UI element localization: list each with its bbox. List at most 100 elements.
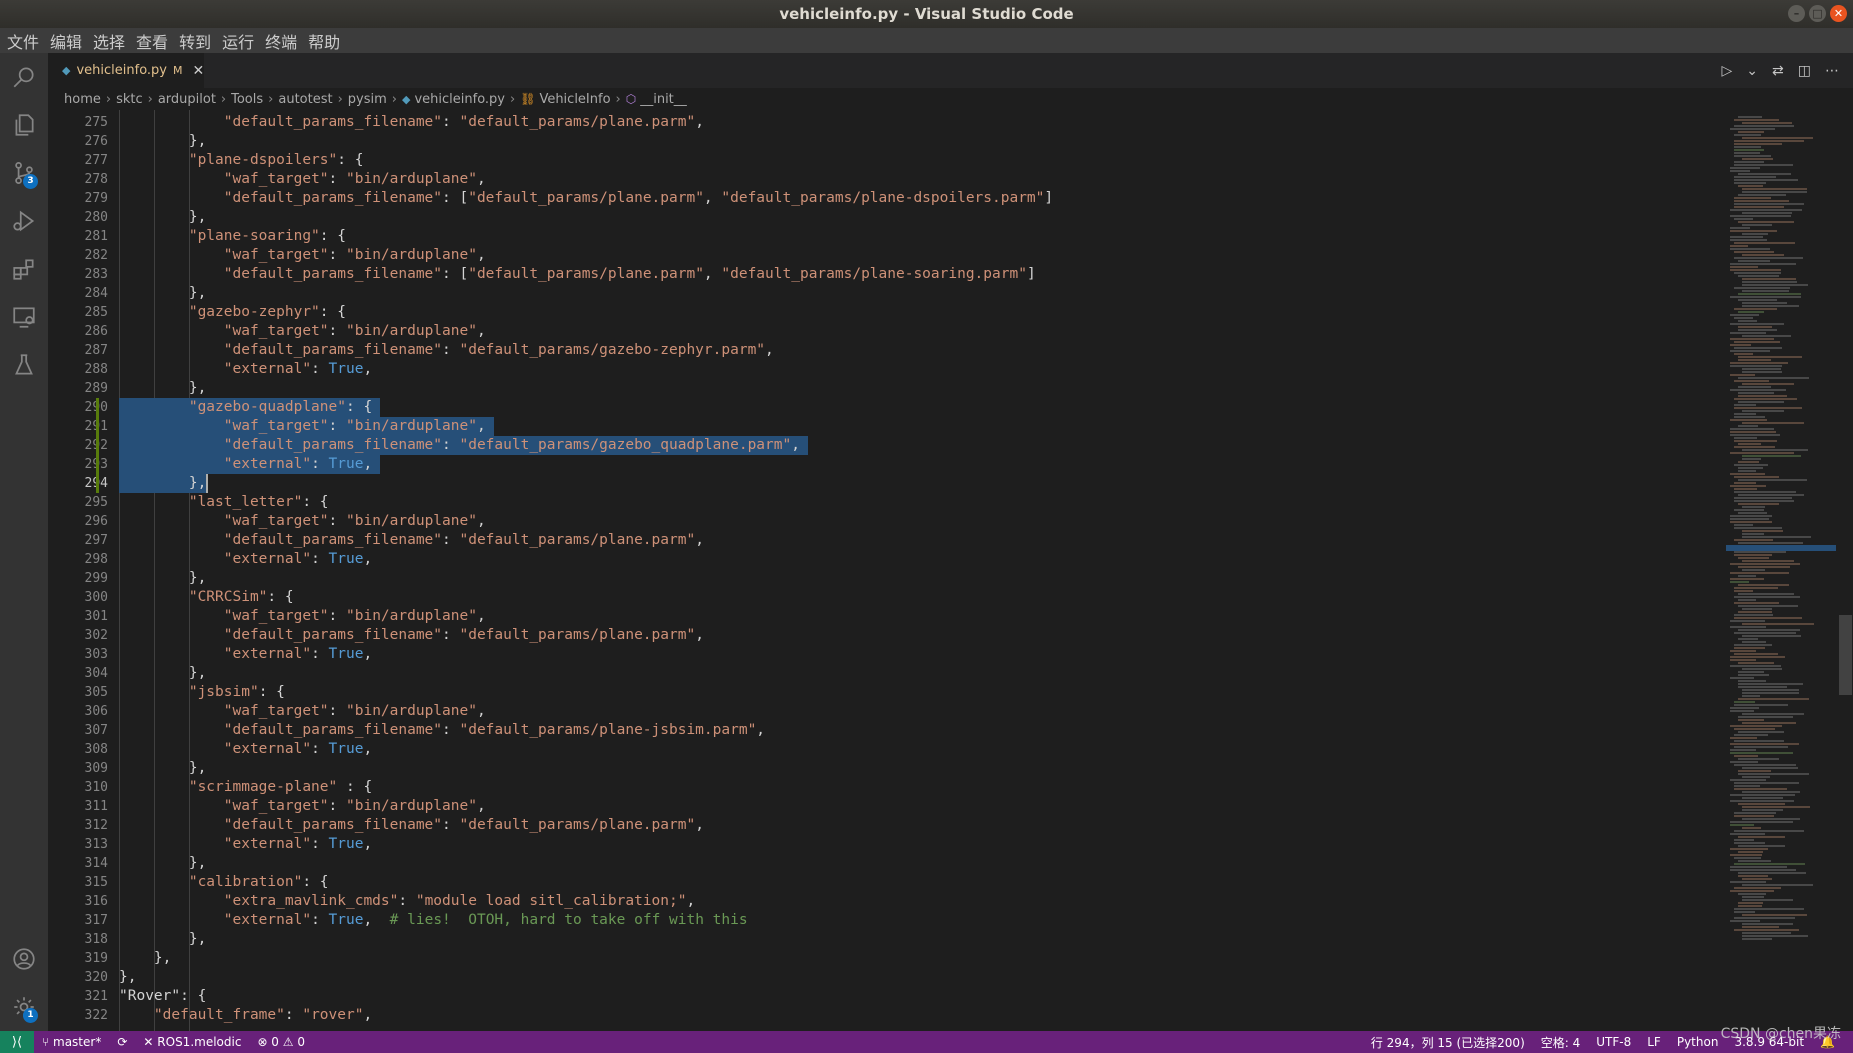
activity-bar: 3 1 <box>0 53 48 1031</box>
menu-run[interactable]: 运行 <box>219 29 262 53</box>
minimap-line <box>1730 215 1791 217</box>
sync-icon[interactable]: ⟳ <box>109 1035 135 1049</box>
more-actions-icon[interactable]: ⋯ <box>1825 63 1839 79</box>
breadcrumb-item[interactable]: home <box>64 92 101 107</box>
minimap-line <box>1734 347 1782 349</box>
explorer-search-button[interactable] <box>0 53 48 101</box>
line-number: 307 <box>84 723 108 738</box>
code-line: }, <box>119 475 207 491</box>
testing-button[interactable] <box>0 341 48 389</box>
breadcrumb-item[interactable]: autotest <box>278 92 332 107</box>
minimap-line <box>1742 278 1796 280</box>
menu-file[interactable]: 文件 <box>4 29 47 53</box>
close-icon[interactable]: ✕ <box>193 63 205 79</box>
line-number: 291 <box>48 417 108 436</box>
minimap-line <box>1734 476 1779 478</box>
minimap-line <box>1730 572 1789 574</box>
minimap[interactable] <box>1720 110 1838 1031</box>
end-of-line[interactable]: LF <box>1639 1035 1669 1049</box>
breadcrumb-item[interactable]: Tools <box>231 92 263 107</box>
minimap-line <box>1738 872 1806 874</box>
remote-indicator[interactable]: ⟩⟨ <box>0 1031 34 1053</box>
class-symbol-icon: ⛓ <box>520 92 536 106</box>
minimap-line <box>1742 926 1779 928</box>
scrollbar-thumb[interactable] <box>1839 615 1852 695</box>
breadcrumb-item[interactable]: sktc <box>116 92 143 107</box>
code-line: "external": True, <box>223 361 373 377</box>
method-symbol-icon: ⬡ <box>625 92 637 106</box>
breadcrumb-item[interactable]: __init__ <box>640 92 687 107</box>
minimap-line <box>1742 302 1787 304</box>
ros-status[interactable]: ✕ ROS1.melodic <box>135 1035 249 1049</box>
minimap-line <box>1730 332 1766 334</box>
minimap-line <box>1742 818 1800 820</box>
minimap-line <box>1742 233 1768 235</box>
minimap-line <box>1738 686 1787 688</box>
minimap-line <box>1738 584 1789 586</box>
minimap-line <box>1734 551 1786 553</box>
minimize-button[interactable]: – <box>1788 5 1805 22</box>
minimap-line <box>1730 626 1766 628</box>
code-line: "default_params_filename": "default_para… <box>223 532 704 548</box>
minimap-line <box>1742 695 1760 697</box>
accounts-button[interactable] <box>0 935 48 983</box>
breadcrumb-item[interactable]: pysim <box>348 92 387 107</box>
minimap-line <box>1738 299 1777 301</box>
minimap-line <box>1738 803 1785 805</box>
encoding[interactable]: UTF-8 <box>1588 1035 1639 1049</box>
split-editor-icon[interactable]: ◫ <box>1798 63 1811 79</box>
close-window-button[interactable]: ✕ <box>1830 5 1847 22</box>
menu-view[interactable]: 查看 <box>133 29 176 53</box>
code-editor[interactable]: 275 276 277 278 279 280 281 282 283 284 285 286 287 2… <box>48 110 1720 1031</box>
minimap-line <box>1738 611 1772 613</box>
code-line: }, <box>119 570 207 586</box>
minimap-line <box>1730 230 1777 232</box>
minimap-line <box>1742 932 1791 934</box>
minimap-line <box>1730 821 1793 823</box>
line-number: 305 <box>84 685 108 700</box>
remote-explorer-button[interactable] <box>0 293 48 341</box>
tab-vehicleinfo[interactable]: ◆ vehicleinfo.py M ✕ <box>48 53 204 88</box>
breadcrumb-item[interactable]: vehicleinfo.py <box>414 92 505 107</box>
minimap-line <box>1734 653 1778 655</box>
files-icon <box>15 114 34 136</box>
minimap-line <box>1738 557 1769 559</box>
extensions-button[interactable] <box>0 245 48 293</box>
compare-changes-icon[interactable]: ⇄ <box>1772 63 1784 79</box>
line-number: 318 <box>84 932 108 947</box>
watermark: CSDN @chen果冻 <box>1720 1026 1841 1042</box>
menu-selection[interactable]: 选择 <box>90 29 133 53</box>
line-number: 295 <box>84 495 108 510</box>
manage-button[interactable]: 1 <box>0 983 48 1031</box>
source-control-button[interactable]: 3 <box>0 149 48 197</box>
cursor-position[interactable]: 行 294，列 15 (已选择200) <box>1363 1034 1533 1051</box>
maximize-button[interactable]: □ <box>1809 5 1826 22</box>
git-branch[interactable]: ⑂ master* <box>34 1035 109 1049</box>
menu-terminal[interactable]: 终端 <box>262 29 305 53</box>
indentation[interactable]: 空格: 4 <box>1533 1034 1589 1051</box>
code-line: "Rover": { <box>119 988 207 1004</box>
run-file-icon[interactable]: ▷ <box>1722 63 1733 79</box>
code-line: "default_params_filename": "default_para… <box>223 114 704 130</box>
line-number: 321 <box>84 989 108 1004</box>
language-mode[interactable]: Python <box>1669 1035 1727 1049</box>
explorer-button[interactable] <box>0 101 48 149</box>
breadcrumb-item[interactable]: VehicleInfo <box>539 92 610 107</box>
scm-badge: 3 <box>23 174 38 189</box>
minimap-line <box>1734 440 1777 442</box>
menu-help[interactable]: 帮助 <box>305 29 348 53</box>
menu-edit[interactable]: 编辑 <box>47 29 90 53</box>
breadcrumb-item[interactable]: ardupilot <box>158 92 216 107</box>
minimap-line <box>1738 320 1757 322</box>
run-debug-button[interactable] <box>0 197 48 245</box>
vertical-scrollbar[interactable] <box>1838 110 1853 1031</box>
menu-go[interactable]: 转到 <box>176 29 219 53</box>
code-area[interactable]: "default_params_filename": "default_para… <box>119 110 1720 1031</box>
minimap-line <box>1742 923 1793 925</box>
minimap-line <box>1730 515 1772 517</box>
problems-indicator[interactable]: ⊗ 0 ⚠ 0 <box>249 1035 313 1049</box>
minimap-line <box>1734 857 1761 859</box>
minimap-line <box>1730 323 1784 325</box>
chevron-down-icon[interactable]: ⌄ <box>1746 63 1758 79</box>
minimap-line <box>1738 683 1803 685</box>
